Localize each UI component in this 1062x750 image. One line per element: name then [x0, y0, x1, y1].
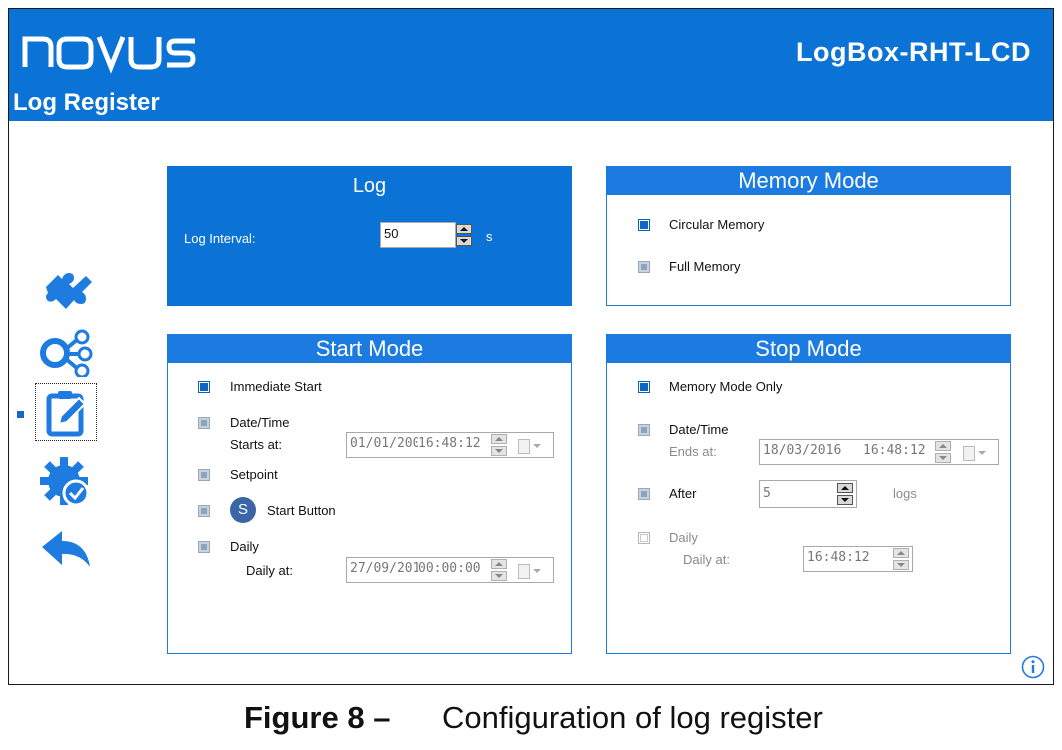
ends-at-label: Ends at: [669, 444, 717, 459]
immediate-start-label: Immediate Start [230, 379, 322, 394]
start-daily-at-time: 00:00:00 [418, 561, 481, 576]
novus-logo [22, 36, 196, 74]
start-datetime-label: Date/Time [230, 415, 290, 430]
header: LogBox-RHT-LCD Log Register [9, 9, 1053, 121]
start-button-label: Start Button [267, 503, 336, 518]
stop-daily-at-stepper[interactable] [893, 548, 909, 570]
after-unit-label: logs [893, 486, 917, 501]
setpoint-label: Setpoint [230, 467, 278, 482]
memory-mode-only-radio[interactable] [638, 381, 650, 393]
full-memory-radio[interactable] [638, 261, 650, 273]
memory-mode-only-label: Memory Mode Only [669, 379, 783, 394]
circular-memory-label: Circular Memory [669, 217, 765, 232]
sidebar-item-log-register[interactable] [35, 383, 97, 441]
start-mode-title: Start Mode [168, 335, 571, 363]
log-interval-label: Log Interval: [184, 231, 256, 246]
figure-number: Figure 8 – [244, 700, 391, 735]
after-count-stepper[interactable] [837, 483, 853, 505]
gear-check-icon [40, 457, 90, 507]
page-title: Log Register [13, 89, 160, 116]
circular-memory-radio[interactable] [638, 219, 650, 231]
edit-register-icon [46, 391, 87, 437]
log-interval-stepper[interactable] [456, 224, 472, 246]
stop-mode-panel: Stop Mode Memory Mode Only Date/Time End… [606, 334, 1011, 654]
starts-at-label: Starts at: [230, 437, 283, 452]
start-button-radio[interactable] [198, 505, 210, 517]
ends-at-date: 18/03/2016 [763, 443, 842, 458]
sidebar-item-puzzle[interactable] [35, 257, 97, 315]
app-window: LogBox-RHT-LCD Log Register Log Log Inte… [8, 8, 1054, 685]
sidebar-item-network[interactable] [35, 323, 97, 381]
ends-at-calendar-dropdown[interactable] [961, 444, 987, 462]
start-daily-at-stepper[interactable] [491, 559, 507, 581]
memory-mode-title: Memory Mode [607, 167, 1010, 195]
memory-mode-panel: Memory Mode Circular Memory Full Memory [606, 166, 1011, 306]
start-daily-at-date: 27/09/2018 [350, 561, 418, 576]
full-memory-label: Full Memory [669, 259, 741, 274]
stop-daily-label: Daily [669, 530, 698, 545]
immediate-start-radio[interactable] [198, 381, 210, 393]
stop-daily-radio[interactable] [638, 532, 650, 544]
start-button-badge[interactable]: S [230, 497, 256, 523]
log-interval-input[interactable]: 50 [380, 222, 456, 248]
start-daily-radio[interactable] [198, 541, 210, 553]
active-item-marker [17, 411, 24, 418]
starts-at-time: 16:48:12 [418, 436, 481, 451]
after-radio[interactable] [638, 488, 650, 500]
info-icon[interactable] [1021, 655, 1045, 679]
start-daily-at-calendar-dropdown[interactable] [516, 562, 542, 580]
stop-datetime-label: Date/Time [669, 422, 729, 437]
ends-at-stepper[interactable] [935, 441, 951, 463]
log-interval-unit: s [486, 229, 493, 244]
puzzle-icon [46, 273, 92, 309]
stop-datetime-radio[interactable] [638, 424, 650, 436]
back-arrow-icon [42, 531, 90, 567]
sidebar-item-settings[interactable] [35, 453, 97, 511]
sidebar-item-back[interactable] [35, 521, 97, 579]
log-panel-title: Log [352, 175, 387, 197]
network-icon [40, 329, 93, 377]
after-label: After [669, 486, 697, 501]
start-datetime-radio[interactable] [198, 417, 210, 429]
figure-text: Configuration of log register [442, 700, 823, 735]
setpoint-radio[interactable] [198, 469, 210, 481]
product-name: LogBox-RHT-LCD [796, 37, 1031, 67]
stop-mode-title: Stop Mode [607, 335, 1010, 363]
stop-daily-at-label: Daily at: [683, 552, 730, 567]
starts-at-calendar-dropdown[interactable] [516, 437, 542, 455]
start-daily-label: Daily [230, 539, 259, 554]
ends-at-time: 16:48:12 [863, 443, 926, 458]
starts-at-date: 01/01/2000 [350, 436, 418, 451]
starts-at-stepper[interactable] [491, 434, 507, 456]
log-panel: Log Log Interval: 50 s [167, 166, 572, 306]
start-daily-at-label: Daily at: [246, 563, 293, 578]
start-mode-panel: Start Mode Immediate Start Date/Time Sta… [167, 334, 572, 654]
